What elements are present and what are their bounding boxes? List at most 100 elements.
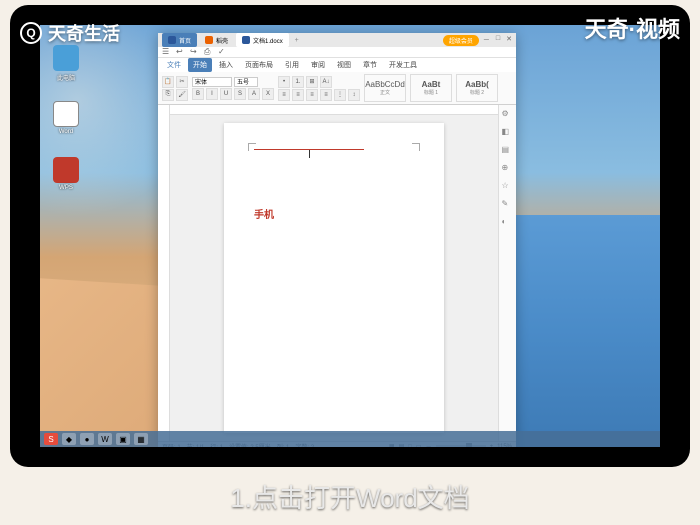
document-text[interactable]: 手机 [254,206,414,221]
menu-references[interactable]: 引用 [280,58,304,72]
copy-button[interactable]: ⎘ [162,89,174,101]
side-settings-icon[interactable]: ⚙ [502,109,514,121]
desktop-icons: 此电脑 Word WPS [50,45,82,195]
sort-button[interactable]: A↓ [320,76,332,88]
side-edit-icon[interactable]: ✎ [502,199,514,211]
ribbon-font: B I U S A X [192,77,274,100]
ribbon-paragraph: • 1. ⊞ A↓ ≡ ≡ ≡ ≡ ⋮ ↕ [278,76,360,101]
taskbar: S ◆ ● W ▣ ▦ [40,431,660,447]
watermark-top-left: Q 天奇生活 [20,20,120,46]
page-area[interactable]: 手机 [170,115,498,441]
desktop-icon-label: 此电脑 [57,73,75,82]
ribbon-clipboard: 📋 ✂ ⎘ 🖌 [162,76,188,101]
style-normal[interactable]: AaBbCcDd 正文 [364,74,406,102]
ribbon: 📋 ✂ ⎘ 🖌 B I U [158,72,516,105]
wps-tab-new[interactable]: + [291,37,303,44]
desktop-icon-label: Word [59,129,73,135]
wps-tab-home[interactable]: 首页 [162,33,197,47]
qat-menu-icon[interactable]: ☰ [162,47,172,57]
text-cursor [309,150,310,158]
taskbar-item[interactable]: ◆ [62,433,76,445]
side-nav-icon[interactable]: ◧ [502,127,514,139]
desktop-icon-word[interactable]: Word [50,101,82,139]
taskbar-sogou-icon[interactable]: S [44,433,58,445]
side-panel: ⚙ ◧ ▤ ⊕ ☆ ✎ ◐ [498,105,516,441]
desktop-icon-wps[interactable]: WPS [50,157,82,195]
taskbar-item[interactable]: ▣ [116,433,130,445]
bullets-button[interactable]: • [278,76,290,88]
close-button[interactable]: ✕ [506,35,512,45]
wps-icon [53,157,79,183]
menu-dev[interactable]: 开发工具 [384,58,422,72]
premium-badge[interactable]: 超级会员 [443,35,479,46]
align-right-button[interactable]: ≡ [306,89,318,101]
video-subtitle: 1.点击打开Word文档 [0,478,700,515]
taskbar-item[interactable]: W [98,433,112,445]
numbering-button[interactable]: 1. [292,76,304,88]
menu-view[interactable]: 视图 [332,58,356,72]
vertical-ruler[interactable] [158,105,170,441]
menu-bar: 文件 开始 插入 页面布局 引用 审阅 视图 章节 开发工具 [158,58,516,72]
clear-format-button[interactable]: X [262,88,274,100]
wps-tab-bar: 首页 稻壳 文档1.docx + 超级会员 － □ ✕ [158,33,516,47]
maximize-button[interactable]: □ [496,35,500,45]
qat-redo-icon[interactable]: ↪ [190,47,200,57]
menu-layout[interactable]: 页面布局 [240,58,278,72]
line-spacing-button[interactable]: ⋮ [334,89,346,101]
menu-file[interactable]: 文件 [162,58,186,72]
format-painter-button[interactable]: 🖌 [176,89,188,101]
qat-print-icon[interactable]: ⎙ [204,47,214,57]
horizontal-ruler[interactable] [170,105,498,115]
document-page[interactable]: 手机 [224,123,444,433]
indent-button[interactable]: ⊞ [306,76,318,88]
align-left-button[interactable]: ≡ [278,89,290,101]
underline-button[interactable]: U [220,88,232,100]
word-icon [53,101,79,127]
shading-button[interactable]: ↕ [348,89,360,101]
margin-mark-icon [412,143,420,151]
style-heading1[interactable]: AaBt 标题 1 [410,74,452,102]
menu-insert[interactable]: 插入 [214,58,238,72]
minimize-button[interactable]: － [483,35,490,45]
docer-icon [205,36,213,44]
window-controls: － □ ✕ [483,35,512,45]
font-name-input[interactable] [192,77,232,87]
watermark-top-right: 天奇·视频 [585,12,680,44]
watermark-logo-icon: Q [20,22,42,44]
wps-tab-document[interactable]: 文档1.docx [236,33,289,47]
side-add-icon[interactable]: ⊕ [502,163,514,175]
taskbar-item[interactable]: ▦ [134,433,148,445]
bold-button[interactable]: B [192,88,204,100]
align-center-button[interactable]: ≡ [292,89,304,101]
font-color-button[interactable]: A [248,88,260,100]
side-theme-icon[interactable]: ◐ [502,217,514,229]
desktop-screen: 此电脑 Word WPS 首页 稻壳 文档1.docx + 超级会员 － [40,25,660,447]
style-heading2[interactable]: AaBb( 标题 2 [456,74,498,102]
font-size-input[interactable] [234,77,258,87]
wps-body: 手机 ⚙ ◧ ▤ ⊕ ☆ ✎ ◐ [158,105,516,441]
tablet-frame: 此电脑 Word WPS 首页 稻壳 文档1.docx + 超级会员 － [10,5,690,467]
strike-button[interactable]: S [234,88,246,100]
menu-start[interactable]: 开始 [188,58,212,72]
side-select-icon[interactable]: ▤ [502,145,514,157]
side-star-icon[interactable]: ☆ [502,181,514,193]
wps-center: 手机 [170,105,498,441]
menu-section[interactable]: 章节 [358,58,382,72]
desktop-icon-label: WPS [59,185,73,191]
wps-tab-docer[interactable]: 稻壳 [199,33,234,47]
watermark-text: 天奇生活 [48,20,120,46]
quick-access-toolbar: ☰ ↩ ↪ ⎙ ✓ [158,47,516,58]
desktop-icon-computer[interactable]: 此电脑 [50,45,82,83]
margin-mark-icon [248,143,256,151]
taskbar-item[interactable]: ● [80,433,94,445]
doc-icon [242,36,250,44]
qat-undo-icon[interactable]: ↩ [176,47,186,57]
wps-tab-right: 超级会员 － □ ✕ [443,35,512,46]
paste-button[interactable]: 📋 [162,76,174,88]
home-icon [168,36,176,44]
qat-save-icon[interactable]: ✓ [218,47,228,57]
align-justify-button[interactable]: ≡ [320,89,332,101]
menu-review[interactable]: 审阅 [306,58,330,72]
cut-button[interactable]: ✂ [176,76,188,88]
italic-button[interactable]: I [206,88,218,100]
